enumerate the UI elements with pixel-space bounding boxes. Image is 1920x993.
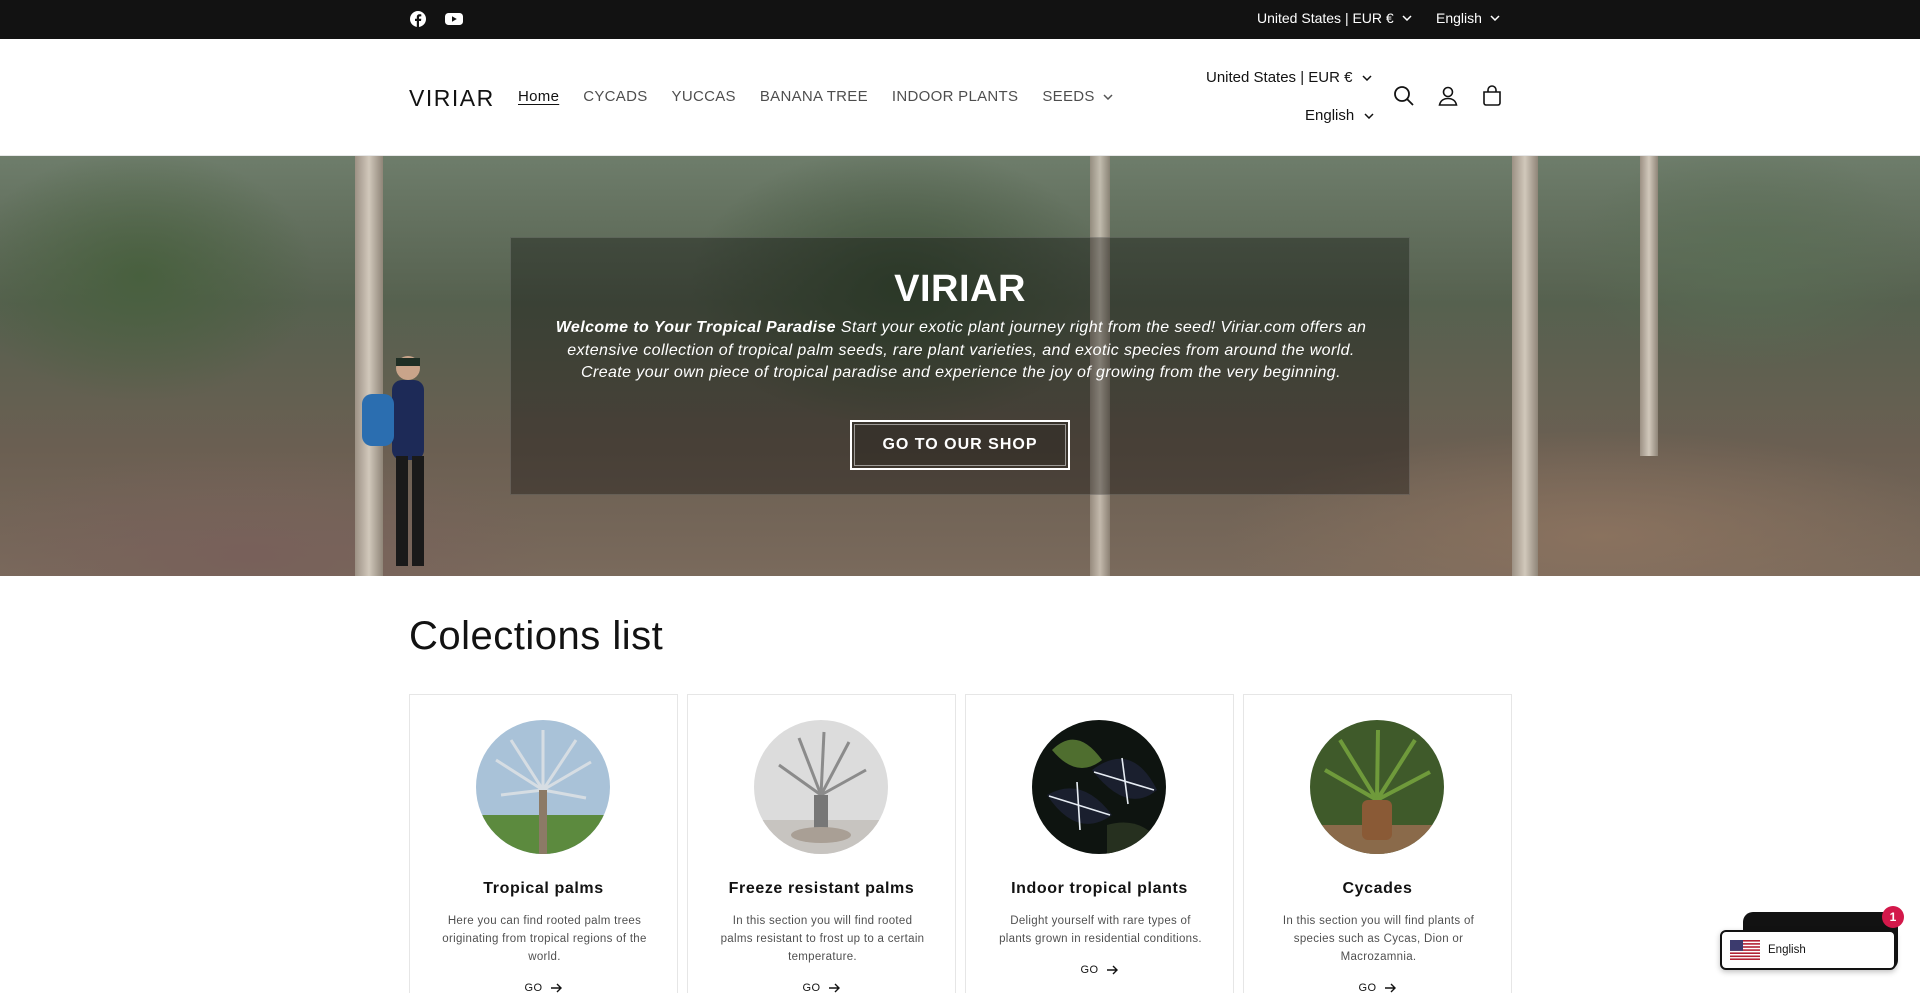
shop-button[interactable]: GO TO OUR SHOP [850, 420, 1070, 470]
nav-cycads[interactable]: CYCADS [583, 88, 647, 105]
notification-badge: 1 [1882, 906, 1904, 928]
collection-card-freeze-resistant-palms[interactable]: Freeze resistant palms In this section y… [687, 694, 956, 993]
go-label: GO [802, 982, 821, 993]
language-widget[interactable]: English [1720, 930, 1896, 970]
social-links [408, 9, 464, 29]
collections-title: Colections list [409, 614, 664, 658]
header-language-selector[interactable]: English [1305, 107, 1374, 124]
search-icon[interactable] [1391, 83, 1417, 109]
site-header: VIRIAR Home CYCADS YUCCAS BANANA TREE IN… [0, 39, 1920, 156]
collection-go-link[interactable]: GO [1244, 982, 1511, 993]
site-logo[interactable]: VIRIAR [409, 85, 495, 112]
announcement-bar: United States | EUR € English [0, 0, 1920, 39]
hero-text-bold: Welcome to Your Tropical Paradise [555, 319, 836, 336]
collection-go-link[interactable]: GO [410, 982, 677, 993]
hero-bg-person [360, 346, 440, 576]
hero-title: VIRIAR [894, 268, 1026, 310]
collection-description: In this section you will find rooted pal… [720, 915, 925, 963]
collection-description: Here you can find rooted palm trees orig… [442, 915, 647, 963]
collection-go-link[interactable]: GO [966, 964, 1233, 976]
collection-title: Freeze resistant palms [728, 880, 915, 897]
arrow-right-icon [550, 983, 562, 993]
nav-label: BANANA TREE [759, 88, 868, 105]
collection-description: In this section you will find plants of … [1282, 915, 1475, 963]
account-icon[interactable] [1435, 83, 1461, 109]
collections-grid: Tropical palms Here you can find rooted … [409, 694, 1512, 993]
country-label: United States | EUR € [1257, 10, 1394, 26]
hero-description: Welcome to Your Tropical Paradise Start … [549, 317, 1373, 385]
nav-label: CYCADS [583, 88, 648, 105]
nav-label: SEEDS [1042, 88, 1095, 105]
collection-title: Indoor tropical plants [1011, 880, 1188, 897]
hero-content-box: VIRIAR Welcome to Your Tropical Paradise… [510, 237, 1410, 495]
facebook-icon[interactable] [408, 9, 428, 29]
go-label: GO [1080, 964, 1099, 976]
collection-go-link[interactable]: GO [688, 982, 955, 993]
collection-description: Delight yourself with rare types of plan… [999, 915, 1202, 945]
collection-image[interactable] [1032, 720, 1166, 854]
country-selector[interactable]: United States | EUR € [1257, 10, 1412, 26]
collection-title: Cycades [1342, 880, 1413, 897]
language-label: English [1436, 10, 1482, 26]
go-label: GO [1358, 982, 1377, 993]
language-widget-label: English [1768, 944, 1806, 956]
chevron-down-icon [1490, 15, 1500, 21]
chevron-down-icon [1364, 112, 1374, 119]
cart-icon[interactable] [1479, 83, 1505, 109]
nav-label: Home [518, 88, 560, 105]
language-label: English [1305, 107, 1355, 124]
nav-label: INDOOR PLANTS [891, 88, 1019, 105]
nav-banana-tree[interactable]: BANANA TREE [760, 88, 868, 105]
country-label: United States | EUR € [1206, 69, 1353, 86]
chevron-down-icon [1402, 15, 1412, 21]
arrow-right-icon [1106, 965, 1118, 975]
main-nav: Home CYCADS YUCCAS BANANA TREE INDOOR PL… [518, 88, 1137, 105]
hero-bg-palm-trunk [1512, 156, 1538, 576]
collection-card-cycades[interactable]: Cycades In this section you will find pl… [1243, 694, 1512, 993]
nav-yuccas[interactable]: YUCCAS [672, 88, 736, 105]
youtube-icon[interactable] [444, 9, 464, 29]
hero-bg-palm-trunk [1640, 156, 1658, 456]
collection-card-tropical-palms[interactable]: Tropical palms Here you can find rooted … [409, 694, 678, 993]
collection-card-indoor-tropical-plants[interactable]: Indoor tropical plants Delight yourself … [965, 694, 1234, 993]
header-country-selector[interactable]: United States | EUR € [1206, 69, 1372, 86]
nav-label: YUCCAS [671, 88, 736, 105]
collection-image[interactable] [476, 720, 610, 854]
collection-image[interactable] [1310, 720, 1444, 854]
hero-banner: VIRIAR Welcome to Your Tropical Paradise… [0, 156, 1920, 576]
collection-image[interactable] [754, 720, 888, 854]
go-label: GO [524, 982, 543, 993]
nav-seeds[interactable]: SEEDS [1042, 88, 1113, 105]
nav-home[interactable]: Home [518, 88, 559, 105]
collection-title: Tropical palms [483, 880, 604, 897]
chevron-down-icon [1362, 74, 1372, 81]
arrow-right-icon [828, 983, 840, 993]
arrow-right-icon [1384, 983, 1396, 993]
nav-indoor-plants[interactable]: INDOOR PLANTS [892, 88, 1018, 105]
chevron-down-icon [1103, 93, 1113, 100]
language-selector[interactable]: English [1436, 10, 1500, 26]
us-flag-icon [1730, 940, 1760, 960]
